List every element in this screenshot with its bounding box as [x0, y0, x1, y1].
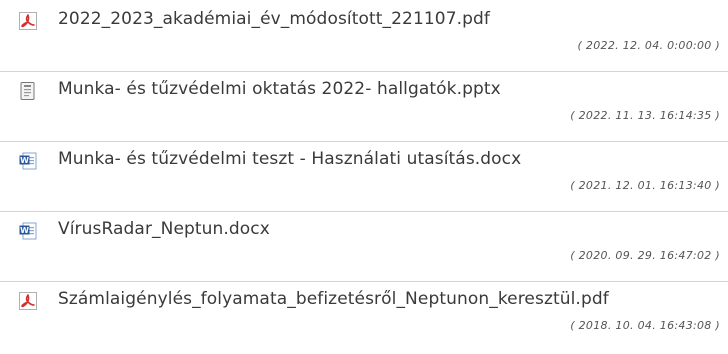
file-link[interactable]: 2022_2023_akadémiai_év_módosított_221107…	[58, 9, 490, 29]
svg-text:W: W	[20, 156, 29, 165]
file-link[interactable]: Munka- és tűzvédelmi teszt - Használati …	[58, 149, 521, 169]
file-list: 2022_2023_akadémiai_év_módosított_221107…	[0, 0, 728, 354]
generic-file-icon[interactable]	[18, 81, 38, 101]
file-date: ( 2020. 09. 29. 16:47:02 )	[570, 249, 720, 262]
file-link[interactable]: Számlaigénylés_folyamata_befizetésről_Ne…	[58, 289, 609, 309]
file-date: ( 2018. 10. 04. 16:43:08 )	[570, 319, 720, 332]
svg-text:W: W	[20, 226, 29, 235]
file-date: ( 2022. 12. 04. 0:00:00 )	[577, 39, 720, 52]
list-item: Munka- és tűzvédelmi oktatás 2022- hallg…	[0, 72, 728, 142]
file-date: ( 2022. 11. 13. 16:14:35 )	[570, 109, 720, 122]
list-item: W VírusRadar_Neptun.docx ( 2020. 09. 29.…	[0, 212, 728, 282]
list-item: Számlaigénylés_folyamata_befizetésről_Ne…	[0, 282, 728, 352]
file-link[interactable]: Munka- és tűzvédelmi oktatás 2022- hallg…	[58, 79, 501, 99]
word-document-icon[interactable]: W	[18, 221, 38, 241]
word-document-icon[interactable]: W	[18, 151, 38, 171]
list-item: 2022_2023_akadémiai_év_módosított_221107…	[0, 2, 728, 72]
list-item: W Munka- és tűzvédelmi teszt - Használat…	[0, 142, 728, 212]
file-link[interactable]: VírusRadar_Neptun.docx	[58, 219, 270, 239]
pdf-icon[interactable]	[18, 11, 38, 31]
pdf-icon[interactable]	[18, 291, 38, 311]
file-date: ( 2021. 12. 01. 16:13:40 )	[570, 179, 720, 192]
